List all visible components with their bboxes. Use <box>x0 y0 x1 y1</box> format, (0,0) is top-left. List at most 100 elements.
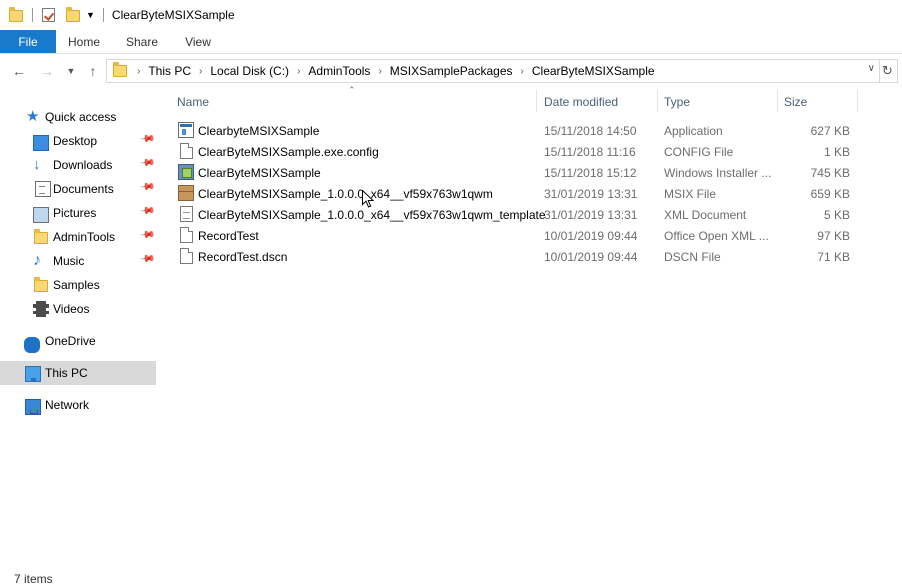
pin-icon[interactable]: 📌 <box>139 131 156 147</box>
file-name: RecordTest <box>198 229 259 243</box>
refresh-icon[interactable]: ↻ <box>878 59 898 83</box>
file-size: 659 KB <box>810 187 850 201</box>
item-count: 7 items <box>14 572 53 586</box>
nav-label: Samples <box>53 278 100 292</box>
nav-onedrive[interactable]: OneDrive <box>0 329 156 353</box>
nav-desktop[interactable]: Desktop 📌 <box>0 129 156 153</box>
file-row[interactable]: ClearByteMSIXSample 15/11/2018 15:12 Win… <box>176 162 856 183</box>
folder-icon <box>33 277 49 293</box>
computer-icon <box>25 366 41 382</box>
pictures-icon <box>33 207 49 223</box>
back-arrow-icon[interactable]: ← <box>10 62 28 80</box>
nav-label: Network <box>45 398 90 412</box>
file-name: ClearByteMSIXSample_1.0.0.0_x64__vf59x76… <box>198 187 493 201</box>
breadcrumb-separator-icon[interactable]: › <box>297 66 300 77</box>
file-type: Windows Installer ... <box>664 166 772 180</box>
documents-icon <box>35 181 51 197</box>
up-arrow-icon[interactable]: ↑ <box>84 62 102 80</box>
breadcrumb-local-disk[interactable]: Local Disk (C:) <box>210 64 289 78</box>
file-date: 15/11/2018 14:50 <box>544 124 637 138</box>
column-headers: ⌃ Name Date modified Type Size <box>156 85 902 114</box>
column-header-type[interactable]: Type <box>664 95 690 109</box>
nav-label: This PC <box>45 366 88 380</box>
xml-document-icon <box>180 206 193 222</box>
nav-network[interactable]: Network <box>0 393 156 417</box>
pin-icon[interactable]: 📌 <box>139 203 156 219</box>
file-name: ClearbyteMSIXSample <box>198 124 320 138</box>
nav-quick-access[interactable]: ★ Quick access <box>0 105 156 129</box>
file-row[interactable]: ClearbyteMSIXSample 15/11/2018 14:50 App… <box>176 120 856 141</box>
nav-videos[interactable]: Videos <box>0 297 156 321</box>
config-file-icon <box>180 143 193 159</box>
nav-label: AdminTools <box>53 230 116 244</box>
breadcrumb-separator-icon[interactable]: › <box>137 66 140 77</box>
forward-arrow-icon[interactable]: → <box>38 62 56 80</box>
column-header-size[interactable]: Size <box>784 95 807 109</box>
column-divider[interactable] <box>777 90 778 112</box>
file-row[interactable]: ClearByteMSIXSample_1.0.0.0_x64__vf59x76… <box>176 183 856 204</box>
address-dropdown-chevron-icon[interactable]: ∨ <box>868 63 875 74</box>
file-row[interactable]: ClearByteMSIXSample.exe.config 15/11/201… <box>176 141 856 162</box>
nav-documents[interactable]: Documents 📌 <box>0 177 156 201</box>
downloads-icon: ↓ <box>33 156 41 173</box>
navigation-pane: ★ Quick access Desktop 📌 ↓ Downloads 📌 D… <box>0 100 156 570</box>
network-icon <box>25 399 41 415</box>
file-type: MSIX File <box>664 187 717 201</box>
breadcrumb-admintools[interactable]: AdminTools <box>308 64 370 78</box>
tab-view[interactable]: View <box>172 30 224 53</box>
breadcrumb-clearbytemsixsample[interactable]: ClearByteMSIXSample <box>532 64 655 78</box>
package-box-icon <box>178 185 194 201</box>
file-size: 745 KB <box>810 166 850 180</box>
file-row[interactable]: ClearByteMSIXSample_1.0.0.0_x64__vf59x76… <box>176 204 856 225</box>
file-name: ClearByteMSIXSample_1.0.0.0_x64__vf59x76… <box>198 208 546 222</box>
recent-locations-chevron-icon[interactable]: ▼ <box>62 62 80 80</box>
toolbar-separator <box>32 8 33 22</box>
nav-label: Music <box>53 254 85 268</box>
nav-this-pc[interactable]: This PC <box>0 361 156 385</box>
file-name: ClearByteMSIXSample <box>198 166 321 180</box>
file-row[interactable]: RecordTest 10/01/2019 09:44 Office Open … <box>176 225 856 246</box>
column-divider[interactable] <box>657 90 658 112</box>
file-date: 31/01/2019 13:31 <box>544 208 638 222</box>
pin-icon[interactable]: 📌 <box>139 251 156 267</box>
breadcrumb-this-pc[interactable]: This PC <box>148 64 191 78</box>
document-icon <box>180 248 193 264</box>
breadcrumb-separator-icon[interactable]: › <box>378 66 381 77</box>
breadcrumb-separator-icon[interactable]: › <box>199 66 202 77</box>
pin-icon[interactable]: 📌 <box>139 179 156 195</box>
onedrive-cloud-icon <box>24 337 40 353</box>
customize-toolbar-dropdown-icon[interactable]: ▼ <box>86 10 95 20</box>
desktop-icon <box>33 135 49 151</box>
folder-icon <box>8 7 24 23</box>
title-bar: ▼ ClearByteMSIXSample <box>0 0 902 30</box>
tab-file[interactable]: File <box>0 30 56 53</box>
mouse-pointer-icon <box>362 190 374 208</box>
column-header-date-modified[interactable]: Date modified <box>544 95 618 109</box>
nav-samples[interactable]: Samples <box>0 273 156 297</box>
tab-share[interactable]: Share <box>112 30 172 53</box>
folder-icon <box>113 62 127 77</box>
column-divider[interactable] <box>857 90 858 112</box>
nav-pictures[interactable]: Pictures 📌 <box>0 201 156 225</box>
nav-admintools[interactable]: AdminTools 📌 <box>0 225 156 249</box>
new-folder-icon[interactable] <box>65 7 81 23</box>
pin-icon[interactable]: 📌 <box>139 227 156 243</box>
pin-icon[interactable]: 📌 <box>139 155 156 171</box>
breadcrumb-msixsamplepackages[interactable]: MSIXSamplePackages <box>390 64 513 78</box>
column-header-name[interactable]: Name <box>177 95 209 109</box>
file-type: Application <box>664 124 723 138</box>
file-size: 627 KB <box>810 124 850 138</box>
star-icon: ★ <box>26 108 40 125</box>
toolbar-separator <box>102 8 104 22</box>
file-row[interactable]: RecordTest.dscn 10/01/2019 09:44 DSCN Fi… <box>176 246 856 267</box>
address-bar[interactable]: › This PC › Local Disk (C:) › AdminTools… <box>106 59 880 83</box>
properties-check-icon[interactable] <box>41 7 57 23</box>
file-date: 15/11/2018 11:16 <box>544 145 636 159</box>
document-icon <box>180 227 193 243</box>
breadcrumb-separator-icon[interactable]: › <box>521 66 524 77</box>
column-divider[interactable] <box>536 90 537 112</box>
tab-home[interactable]: Home <box>56 30 112 53</box>
nav-downloads[interactable]: ↓ Downloads 📌 <box>0 153 156 177</box>
file-type: DSCN File <box>664 250 721 264</box>
nav-music[interactable]: ♪ Music 📌 <box>0 249 156 273</box>
